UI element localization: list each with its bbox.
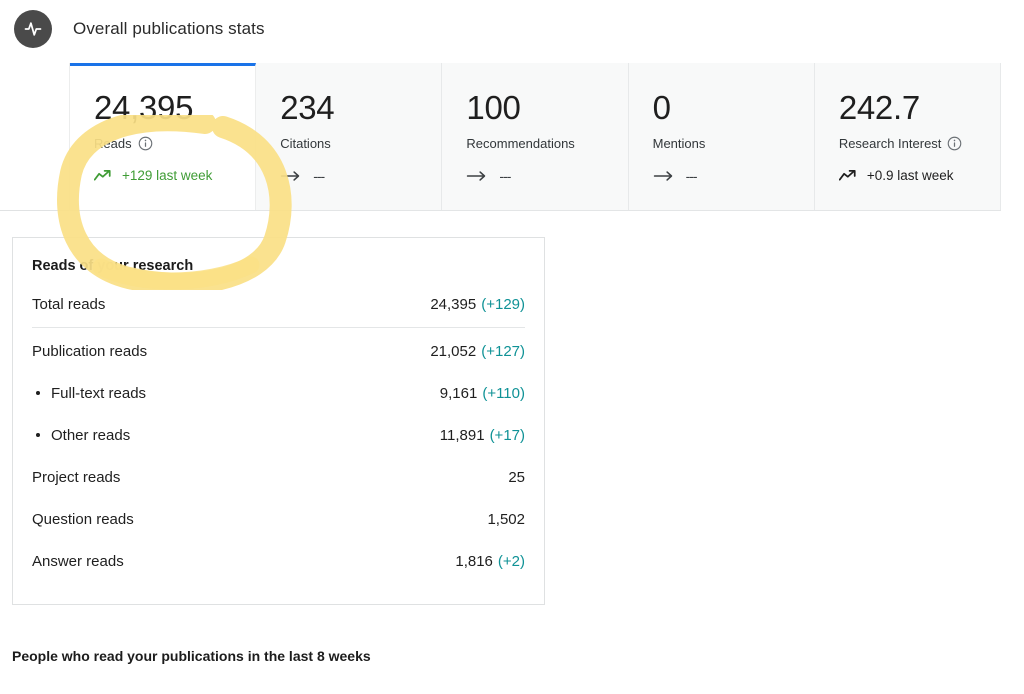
stats-bar-wrapper: 24,395 Reads +129 last week 234 Citations ---… (0, 63, 1024, 290)
reads-rows-list: Total reads 24,395 (+129) Publication reads… (32, 283, 525, 582)
stat-card-reads[interactable]: 24,395 Reads +129 last week (70, 63, 257, 210)
reads-row-value: 25 (508, 469, 525, 486)
bullet-icon (36, 391, 40, 395)
reads-row-value: 21,052 (430, 343, 477, 360)
stat-trend: +0.9 last week (838, 168, 1000, 183)
reads-row: Full-text reads 9,161 (+110) (32, 372, 525, 414)
stat-card-research-interest[interactable]: 242.7 Research Interest +0.9 last week (814, 63, 1002, 210)
reads-row-label: Question reads (32, 511, 134, 528)
arrow-right-icon (466, 169, 499, 183)
reads-row: Project reads 25 (32, 456, 525, 498)
reads-row-label: Answer reads (32, 553, 124, 570)
reads-row: Question reads 1,502 (32, 498, 525, 540)
page-header: Overall publications stats (0, 0, 1024, 50)
reads-row: Answer reads 1,816 (+2) (32, 540, 525, 582)
reads-row-value: 9,161 (439, 385, 478, 402)
stat-label: Citations (280, 136, 331, 151)
stat-trend-text: --- (313, 168, 325, 184)
stat-label: Reads (94, 136, 132, 151)
arrow-right-icon (653, 169, 686, 183)
stat-label-row: Citations (280, 136, 441, 151)
activity-pulse-icon (14, 10, 52, 48)
reads-row-delta: (+17) (489, 427, 525, 444)
bullet-icon (36, 433, 40, 437)
stat-trend: --- (466, 168, 627, 184)
reads-row-delta: (+2) (497, 553, 525, 570)
stat-trend-text: --- (499, 168, 511, 184)
arrow-right-icon (280, 169, 313, 183)
trend-up-icon (94, 169, 122, 183)
stat-card-recommendations[interactable]: 100 Recommendations --- (442, 63, 629, 210)
stat-trend-text: --- (685, 168, 698, 184)
stat-card-citations[interactable]: 234 Citations --- (256, 63, 443, 210)
stat-value: 234 (280, 89, 335, 126)
reads-row-delta: (+110) (482, 385, 525, 402)
page-title: Overall publications stats (73, 19, 265, 38)
stat-label-row: Mentions (653, 136, 814, 151)
reads-row-value: 11,891 (439, 427, 485, 444)
stat-value: 100 (466, 89, 521, 126)
stat-card-mentions[interactable]: 0 Mentions --- (628, 63, 815, 210)
info-circle-icon[interactable] (941, 136, 962, 151)
reads-divider (32, 327, 525, 328)
stat-value: 0 (652, 89, 671, 126)
stat-trend: --- (280, 168, 441, 184)
reads-row-label: Publication reads (32, 343, 148, 360)
stat-label: Mentions (652, 136, 706, 151)
stat-value: 24,395 (94, 89, 194, 126)
reads-row-value: 1,502 (487, 511, 525, 528)
reads-row-value: 24,395 (430, 296, 477, 313)
reads-row-delta: (+129) (481, 296, 525, 313)
reads-of-your-research-card: Reads of your research Total reads 24,395… (12, 237, 545, 605)
stats-bar: 24,395 Reads +129 last week 234 Citations ---… (0, 63, 1002, 211)
reads-row: Other reads 11,891 (+17) (32, 414, 525, 456)
info-circle-icon[interactable] (132, 136, 153, 151)
reads-row-label: Total reads (32, 296, 106, 313)
reads-row: Total reads 24,395 (+129) (32, 283, 525, 325)
stat-value: 242.7 (838, 89, 920, 126)
stat-trend-text: +0.9 last week (866, 168, 954, 183)
stat-trend: +129 last week (94, 168, 255, 183)
reads-card-title: Reads of your research (32, 258, 194, 274)
stat-label-row: Reads (94, 136, 255, 151)
reads-row-label: Other reads (51, 427, 131, 444)
readers-section-heading: People who read your publications in the… (12, 648, 371, 664)
stats-bar-left-spacer (0, 63, 70, 211)
reads-row-delta: (+127) (481, 343, 525, 360)
stat-trend-text: +129 last week (122, 168, 213, 183)
reads-row-value: 1,816 (455, 553, 493, 570)
reads-row: Publication reads 21,052 (+127) (32, 330, 525, 372)
stat-label-row: Research Interest (839, 136, 1000, 151)
trend-up-icon (838, 169, 867, 183)
reads-row-label: Full-text reads (51, 385, 147, 402)
stat-label: Recommendations (466, 136, 575, 151)
stat-label: Research Interest (838, 136, 942, 151)
reads-row-label: Project reads (32, 469, 121, 486)
stat-trend: --- (653, 168, 814, 184)
stat-label-row: Recommendations (466, 136, 627, 151)
